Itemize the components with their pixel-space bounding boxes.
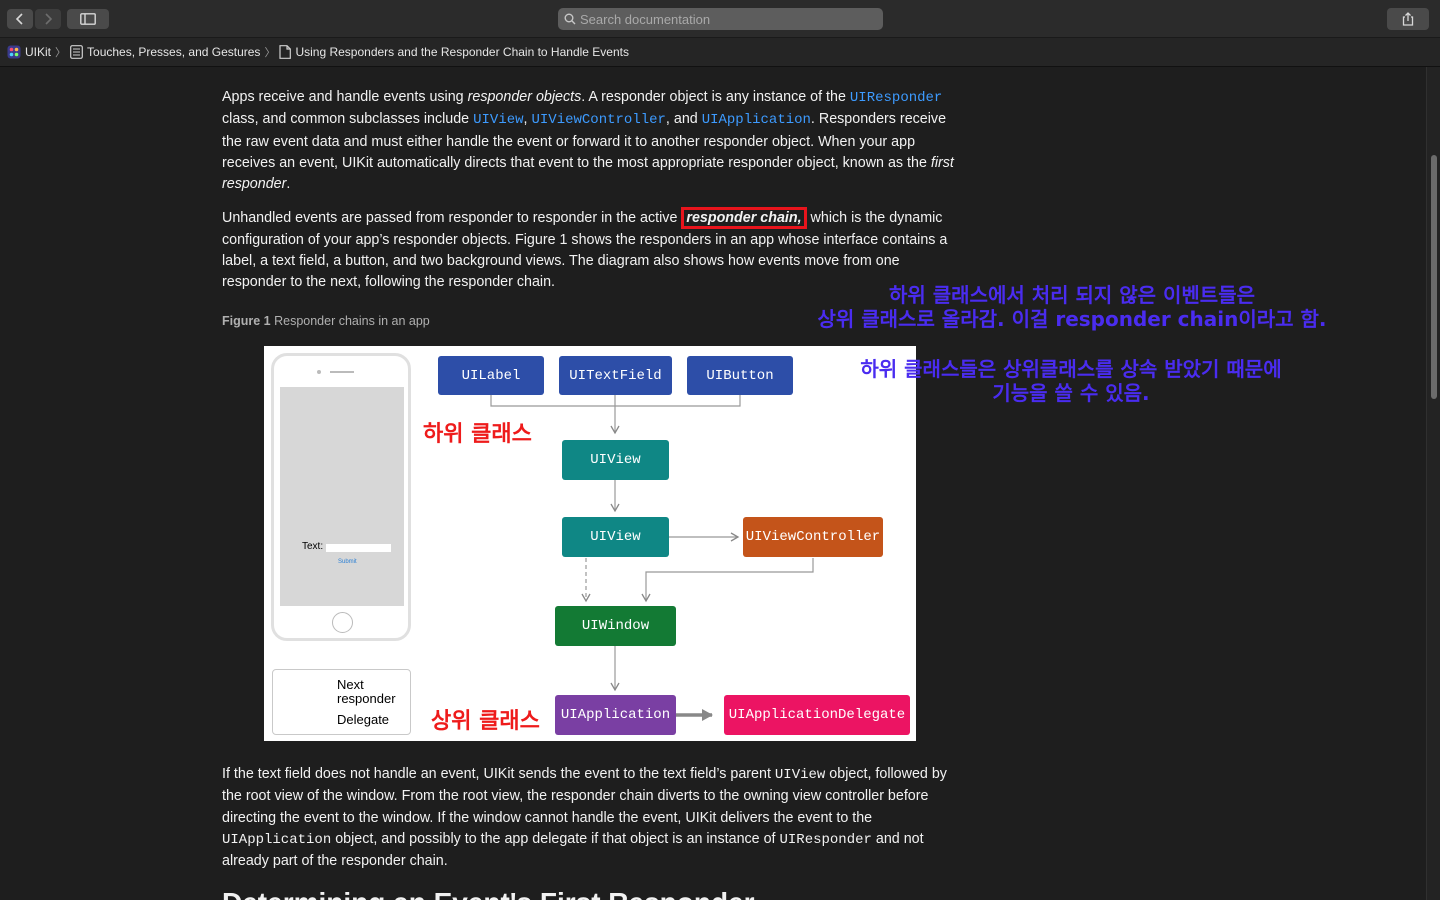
- inline-code: UIView: [774, 767, 826, 783]
- figure-number: Figure 1: [222, 314, 271, 328]
- toolbar: [0, 0, 1440, 38]
- collection-icon: [70, 45, 83, 59]
- paragraph-event-flow: If the text field does not handle an eve…: [222, 764, 967, 872]
- emphasis: responder objects: [467, 89, 582, 105]
- share-icon: [1402, 12, 1414, 26]
- uiapplication-link[interactable]: UIApplication: [702, 112, 811, 128]
- breadcrumb: UIKit 〉 Touches, Presses, and Gestures 〉…: [0, 38, 1440, 67]
- text: class, and common subclasses include: [222, 111, 474, 128]
- breadcrumb-label: Using Responders and the Responder Chain…: [295, 45, 629, 59]
- breadcrumb-label: UIKit: [25, 45, 52, 59]
- text: .: [286, 176, 291, 193]
- paragraph-responder-objects: Apps receive and handle events using res…: [222, 87, 967, 195]
- figure-caption: Figure 1 Responder chains in an app: [222, 314, 430, 328]
- diagram-legend: Next responder Delegate: [272, 669, 411, 735]
- back-button[interactable]: [7, 9, 33, 29]
- section-heading: Determining an Event's First Responder: [222, 887, 755, 900]
- chevron-left-icon: [15, 13, 23, 25]
- note-line: 하위 클래스에서 처리 되지 않은 이벤트들은: [888, 283, 1255, 307]
- breadcrumb-label: Touches, Presses, and Gestures: [87, 45, 261, 59]
- paragraph-responder-chain: Unhandled events are passed from respond…: [222, 207, 967, 293]
- uiresponder-link[interactable]: UIResponder: [850, 90, 942, 106]
- node-uiwindow: UIWindow: [555, 606, 676, 646]
- annotation-note-inheritance: 하위 클래스들은 상위클래스를 상속 받았기 때문에 기능을 쓸 수 있음.: [826, 357, 1316, 405]
- sidebar-toggle-icon: [80, 13, 96, 25]
- framework-icon: [7, 45, 21, 59]
- node-uitextfield: UITextField: [559, 356, 672, 395]
- uiview-link[interactable]: UIView: [473, 112, 523, 128]
- search-input[interactable]: [580, 11, 870, 27]
- annotation-note-responder-chain: 하위 클래스에서 처리 되지 않은 이벤트들은 상위 클래스로 올라감. 이걸 …: [800, 283, 1344, 331]
- figure-caption-text: Responder chains in an app: [270, 314, 430, 328]
- text: . A responder object is any instance of …: [581, 89, 850, 105]
- article-body: Apps receive and handle events using res…: [222, 87, 967, 307]
- inline-code: UIResponder: [779, 831, 872, 848]
- forward-button[interactable]: [35, 9, 61, 29]
- legend-delegate: Delegate: [337, 712, 390, 727]
- inline-code: UIApplication: [222, 831, 332, 848]
- text: If the text field does not handle an eve…: [222, 766, 775, 782]
- note-line: 하위 클래스들은 상위클래스를 상속 받았기 때문에: [860, 357, 1282, 381]
- text: Unhandled events are passed from respond…: [222, 210, 682, 227]
- annotation-subclass-label: 하위 클래스: [423, 422, 532, 447]
- highlighted-term: responder chain,: [681, 207, 807, 230]
- note-line: 기능을 쓸 수 있음.: [992, 381, 1150, 405]
- breadcrumb-separator-icon: 〉: [55, 47, 67, 59]
- search-field[interactable]: [558, 8, 883, 30]
- breadcrumb-item-current[interactable]: Using Responders and the Responder Chain…: [279, 45, 629, 59]
- note-line: 상위 클래스로 올라감. 이걸 responder chain이라고 함.: [817, 307, 1327, 331]
- node-uiapplication: UIApplication: [555, 695, 676, 735]
- breadcrumb-separator-icon: 〉: [264, 47, 276, 59]
- responder-chain-diagram: Text: Submit UILabel UITextField UIButto…: [264, 346, 916, 741]
- search-icon: [564, 13, 576, 25]
- text: ,: [523, 111, 532, 128]
- text: , and: [665, 111, 702, 128]
- text: object, and possibly to the app delegate…: [331, 830, 780, 847]
- sidebar-toggle-button[interactable]: [67, 9, 109, 29]
- article-icon: [279, 45, 292, 59]
- arrow: [641, 558, 814, 603]
- breadcrumb-item-uikit[interactable]: UIKit: [7, 45, 51, 59]
- legend-next-responder: Next responder: [337, 677, 396, 706]
- node-uilabel: UILabel: [438, 356, 544, 395]
- text: Apps receive and handle events using: [222, 89, 468, 105]
- chevron-right-icon: [45, 13, 53, 25]
- annotation-superclass-label: 상위 클래스: [431, 709, 540, 734]
- node-uiapplicationdelegate: UIApplicationDelegate: [724, 695, 910, 735]
- node-uibutton: UIButton: [687, 356, 793, 395]
- scrollbar[interactable]: [1426, 67, 1440, 900]
- share-button[interactable]: [1387, 8, 1429, 30]
- article-body-continued: If the text field does not handle an eve…: [222, 764, 967, 885]
- uiviewcontroller-link[interactable]: UIViewController: [532, 112, 666, 128]
- documentation-content: Apps receive and handle events using res…: [0, 67, 1426, 900]
- scrollbar-thumb[interactable]: [1431, 155, 1437, 399]
- node-uiviewcontroller: UIViewController: [743, 517, 883, 557]
- node-uiview-second: UIView: [562, 517, 669, 557]
- node-uiview-first: UIView: [562, 440, 669, 480]
- breadcrumb-item-touches[interactable]: Touches, Presses, and Gestures: [70, 45, 260, 59]
